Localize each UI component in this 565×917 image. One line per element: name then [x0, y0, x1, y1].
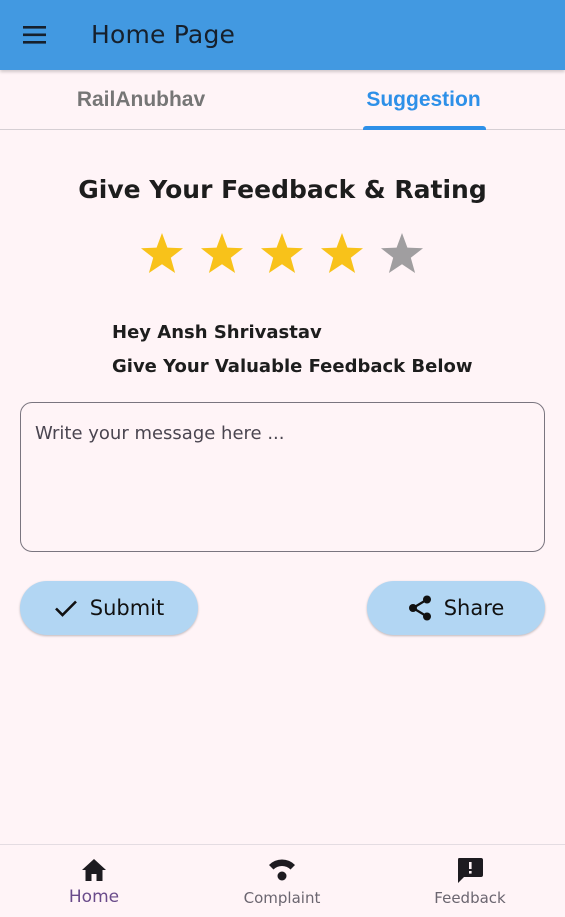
share-label: Share: [443, 596, 505, 620]
tab-indicator: [363, 126, 486, 130]
share-icon: [408, 595, 431, 621]
submit-button[interactable]: Submit: [20, 581, 198, 635]
menu-button[interactable]: [14, 14, 56, 56]
star-icon[interactable]: [380, 230, 424, 278]
message-input[interactable]: [20, 402, 545, 552]
submit-label: Submit: [89, 596, 165, 620]
feedback-heading: Give Your Feedback & Rating: [78, 175, 487, 204]
signal-icon: [269, 859, 295, 881]
page-title: Home Page: [91, 20, 236, 49]
star-icon[interactable]: [140, 230, 184, 278]
nav-label-feedback: Feedback: [434, 889, 506, 907]
nav-item-home[interactable]: Home: [0, 845, 188, 917]
nav-label-home: Home: [68, 887, 120, 907]
nav-item-feedback[interactable]: Feedback: [376, 845, 564, 917]
home-icon: [82, 859, 106, 881]
app-bar: Home Page: [0, 0, 565, 70]
feedback-icon: [458, 858, 483, 883]
tab-bar: RailAnubhav Suggestion: [0, 70, 565, 130]
star-icon[interactable]: [200, 230, 244, 278]
tab-suggestion[interactable]: Suggestion: [282, 70, 565, 129]
star-icon[interactable]: [260, 230, 304, 278]
greeting-text: Hey Ansh Shrivastav: [112, 322, 322, 343]
nav-item-complaint[interactable]: Complaint: [188, 845, 376, 917]
star-icon[interactable]: [320, 230, 364, 278]
share-button[interactable]: Share: [367, 581, 545, 635]
bottom-navigation: Home Complaint Feedback: [0, 844, 565, 917]
nav-label-complaint: Complaint: [243, 889, 321, 907]
check-icon: [54, 600, 77, 617]
hamburger-menu-icon: [23, 26, 46, 44]
rating-stars[interactable]: [140, 230, 424, 278]
feedback-prompt: Give Your Valuable Feedback Below: [112, 356, 473, 377]
tab-railanubhav[interactable]: RailAnubhav: [0, 70, 282, 129]
